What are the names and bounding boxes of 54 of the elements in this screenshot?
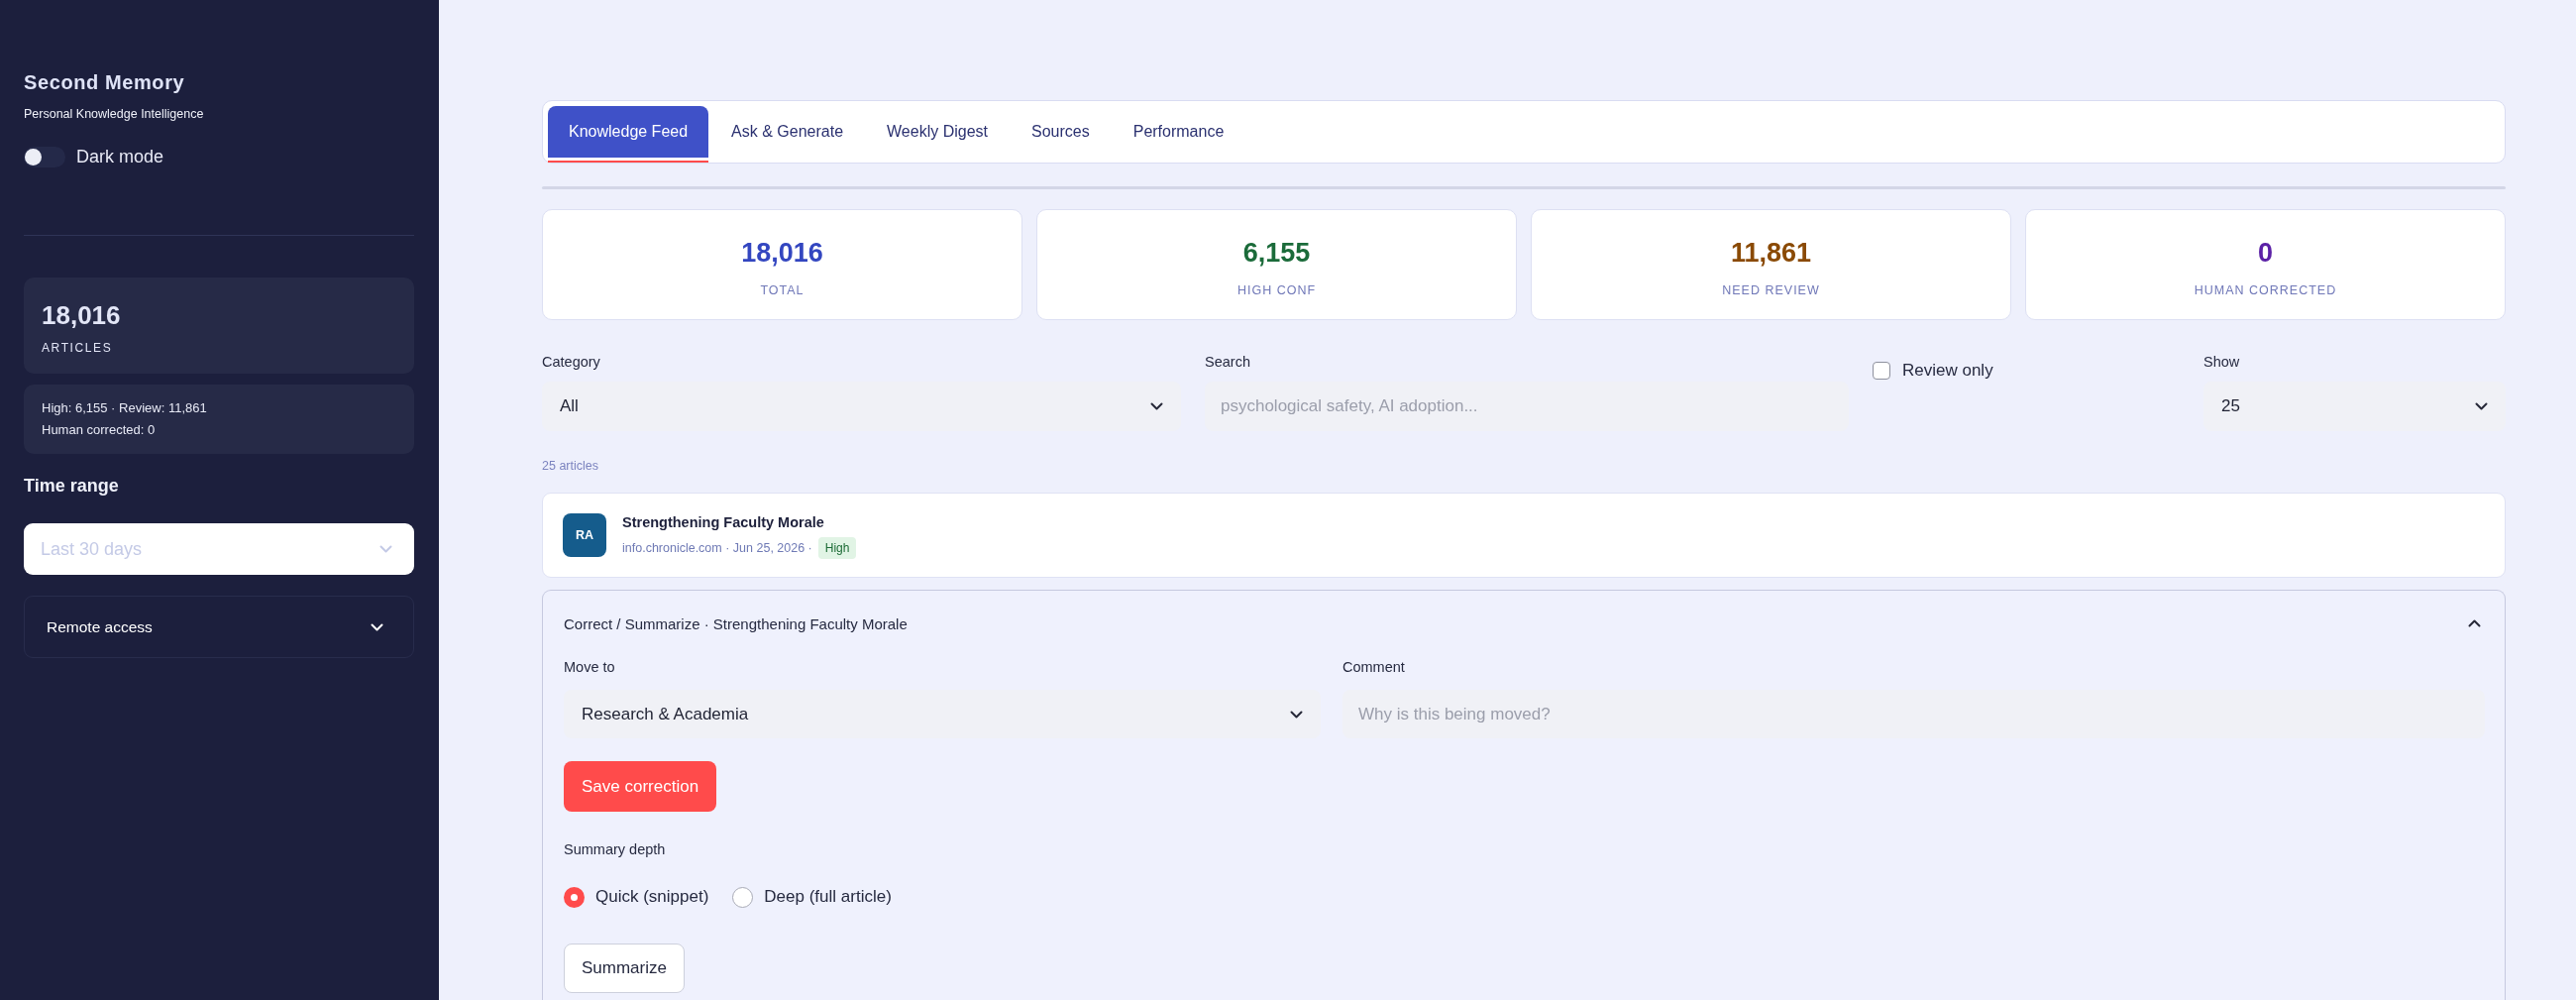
summary-depth-label: Summary depth [564, 840, 666, 858]
comment-field[interactable]: Why is this being moved? [1342, 690, 2485, 738]
search-field[interactable]: psychological safety, AI adoption... [1205, 382, 1849, 431]
show-label: Show [2203, 353, 2240, 371]
stat-label: HIGH CONF [1236, 282, 1317, 298]
stat-value: 6,155 [1242, 237, 1311, 269]
expander-header[interactable]: Correct / Summarize · Strengthening Faculty Morale [564, 591, 2485, 656]
chevron-down-icon [379, 545, 392, 553]
review-only-label: Review only [1902, 361, 1993, 381]
source-avatar: RA [563, 513, 606, 557]
category-select[interactable]: All [542, 382, 1181, 431]
stat-value: 0 [2258, 237, 2273, 269]
dark-mode-toggle[interactable] [24, 146, 65, 167]
chevron-down-icon [2475, 402, 2488, 410]
move-to-label: Move to [564, 658, 615, 676]
radio-label: Deep (full article) [764, 887, 892, 907]
tab[interactable]: Knowledge Feed [548, 106, 709, 163]
app-title: Second Memory [24, 70, 185, 94]
radio-label: Quick (snippet) [595, 887, 709, 907]
chevron-up-icon [2468, 619, 2481, 627]
category-label: Category [542, 353, 600, 371]
remote-access-expander[interactable]: Remote access [24, 596, 414, 658]
articles-count: 18,016 [42, 300, 121, 330]
breakdown-text: High: 6,155 · Review: 11,861 [42, 399, 207, 417]
confidence-badge: High [817, 536, 857, 559]
chevron-down-icon [1290, 710, 1303, 719]
comment-label: Comment [1342, 658, 1405, 676]
summarize-button[interactable]: Summarize [564, 944, 685, 993]
tab[interactable]: Ask & Generate [710, 106, 865, 163]
dark-mode-label: Dark mode [76, 146, 164, 167]
radio-button[interactable] [564, 886, 585, 908]
stat-label: HUMAN CORRECTED [2194, 282, 2337, 298]
show-select[interactable]: 25 [2203, 382, 2506, 431]
stat-value: 11,861 [1730, 237, 1812, 269]
review-only-checkbox[interactable] [1873, 362, 1890, 380]
article-meta: info.chronicle.com · Jun 25, 2026 · [622, 540, 812, 555]
tab[interactable]: Performance [1112, 106, 1245, 163]
article-count: 25 articles [542, 458, 598, 474]
breakdown-text: Human corrected: 0 [42, 421, 156, 439]
chevron-down-icon [1150, 402, 1163, 410]
time-range-label: Time range [24, 475, 119, 498]
move-to-select[interactable]: Research & Academia [564, 690, 1321, 738]
stat-label: TOTAL [760, 282, 805, 298]
article-title: Strengthening Faculty Morale [622, 512, 824, 532]
stat-value: 18,016 [741, 237, 823, 269]
tab[interactable]: Sources [1011, 106, 1111, 163]
tab[interactable]: Weekly Digest [866, 106, 1009, 163]
stat-label: NEED REVIEW [1722, 282, 1820, 298]
radio-button[interactable] [732, 886, 754, 908]
articles-label: ARTICLES [42, 340, 113, 356]
article-card[interactable]: RA Strengthening Faculty Morale info.chronicle.com · Jun 25, 2026 · High [542, 493, 2506, 578]
app-subtitle: Personal Knowledge Intelligence [24, 106, 204, 123]
chevron-down-icon [371, 622, 383, 631]
search-label: Search [1205, 353, 1250, 371]
